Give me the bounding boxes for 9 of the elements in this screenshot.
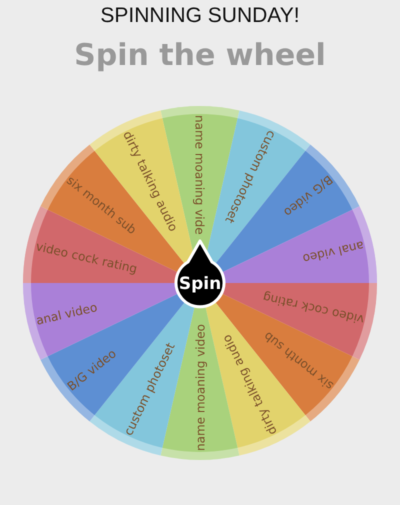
wheel-heading: Spin the wheel xyxy=(74,37,326,75)
segment-label: anal video xyxy=(34,300,99,328)
segment-label: video cock rating xyxy=(34,239,139,276)
spin-button[interactable]: Spin xyxy=(174,240,226,308)
segment-label: name moaning vide xyxy=(192,115,206,235)
page-title: SPINNING SUNDAY! xyxy=(100,4,300,28)
segment-label: anal video xyxy=(301,238,366,266)
segment-label: video cock rating xyxy=(261,290,366,327)
segment-label: name moaning video xyxy=(194,324,208,451)
